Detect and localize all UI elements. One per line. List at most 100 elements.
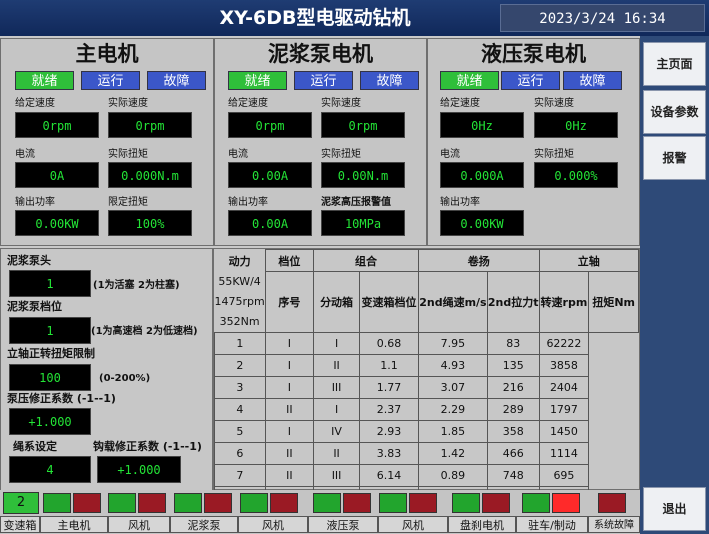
- main-power-value: 0.00KW: [15, 210, 99, 236]
- table-cell: 216: [486, 375, 540, 399]
- table-row: 4 II I 2.37 2.29 289 1797: [214, 397, 639, 421]
- table-cell: 358: [486, 419, 540, 443]
- table-cell: 2.93: [359, 419, 419, 443]
- col-torque-header: 扭矩Nm: [588, 271, 639, 333]
- table-cell: 5: [214, 419, 266, 443]
- col-rope-speed-header: 2nd绳速m/s: [417, 271, 488, 333]
- table-cell: 4.93: [417, 353, 488, 377]
- mud-fan-run-lamp: [240, 493, 268, 513]
- alarm-button[interactable]: 报警: [643, 136, 706, 180]
- main-current-value: 0A: [15, 162, 99, 188]
- power-spec-line3: 352Nm: [219, 314, 260, 328]
- exit-button[interactable]: 退出: [643, 487, 706, 531]
- table-row: 3 I III 1.77 3.07 216 2404: [214, 375, 639, 399]
- table-cell: 1.85: [417, 419, 488, 443]
- hyd-fan-run-lamp: [379, 493, 407, 513]
- table-cell: 0.89: [417, 463, 488, 487]
- main-power-label: 输出功率: [15, 197, 55, 208]
- table-cell: 7: [214, 463, 266, 487]
- mud-set-speed-label: 给定速度: [228, 98, 268, 109]
- mud-act-speed-label: 实际速度: [321, 98, 361, 109]
- header-spindle: 立轴: [538, 249, 640, 272]
- rope-input[interactable]: 4: [9, 456, 91, 483]
- table-cell: 466: [486, 441, 540, 465]
- gear-table: 动力 档位 组合 卷扬 立轴 55KW/4 1475rpm 352Nm 序号 分…: [214, 249, 640, 531]
- device-params-button[interactable]: 设备参数: [643, 90, 706, 134]
- table-cell: I: [264, 419, 314, 443]
- table-cell: 1450: [538, 419, 590, 443]
- table-cell: II: [264, 441, 314, 465]
- home-page-button[interactable]: 主页面: [643, 42, 706, 86]
- pump-corr-input[interactable]: +1.000: [9, 408, 91, 435]
- table-cell: II: [264, 463, 314, 487]
- power-spec-line2: 1475rpm: [214, 294, 265, 308]
- table-cell: 62222: [538, 331, 590, 355]
- mud-out-value: 0.00A: [228, 210, 312, 236]
- header-combo: 组合: [312, 249, 419, 272]
- rope-label: 绳系设定: [13, 440, 57, 453]
- title-bar: XY-6DB型电驱动钻机 2023/3/24 16:34: [0, 0, 709, 36]
- disc-brake-run-lamp: [452, 493, 480, 513]
- parking-lamp: [522, 493, 550, 513]
- torque-limit-input[interactable]: 100: [9, 364, 91, 391]
- mud-pressure-alarm-label: 泥浆高压报警值: [321, 197, 391, 208]
- main-motor-run-lamp: [43, 493, 71, 513]
- main-fan-fault-lamp: [138, 493, 166, 513]
- hyd-pump-run-indicator: 运行: [501, 71, 560, 90]
- hyd-pump-title: 液压泵电机: [481, 42, 586, 66]
- table-cell: I: [264, 375, 314, 399]
- system-fault-lamp: [598, 493, 626, 513]
- app-title: XY-6DB型电驱动钻机: [219, 7, 411, 29]
- table-cell: 2.29: [417, 397, 488, 421]
- hyd-current-value: 0.000A: [440, 162, 524, 188]
- table-row: 7 II III 6.14 0.89 748 695: [214, 463, 639, 487]
- table-cell: 1: [214, 331, 266, 355]
- mud-pump-run-lamp: [174, 493, 202, 513]
- main-limit-torque-input[interactable]: 100%: [108, 210, 192, 236]
- pump-gear-hint: (1为高速档 2为低速档): [91, 326, 198, 337]
- table-cell: 4: [214, 397, 266, 421]
- hyd-act-speed-label: 实际速度: [534, 98, 574, 109]
- table-cell: 289: [486, 397, 540, 421]
- table-cell: II: [264, 397, 314, 421]
- pump-head-label: 泥浆泵头: [7, 254, 51, 267]
- mud-pump-fault-lamp: [204, 493, 232, 513]
- hyd-act-speed-value: 0Hz: [534, 112, 618, 138]
- settings-panel: 泥浆泵头 1 (1为活塞 2为柱塞) 泥浆泵档位 1 (1为高速档 2为低速档)…: [0, 248, 213, 514]
- pump-head-hint: (1为活塞 2为柱塞): [93, 280, 180, 291]
- mud-pump-fault-indicator: 故障: [360, 71, 419, 90]
- table-row: 6 II II 3.83 1.42 466 1114: [214, 441, 639, 465]
- table-cell: I: [312, 397, 361, 421]
- mud-current-value: 0.00A: [228, 162, 312, 188]
- table-cell: 0.68: [359, 331, 419, 355]
- hyd-power-value: 0.00KW: [440, 210, 524, 236]
- status-label-mud-fan: 风机: [238, 516, 308, 533]
- col-pull-header: 2nd拉力t: [486, 271, 540, 333]
- col-transfer-header: 分动箱: [312, 271, 361, 333]
- mud-act-torque-label: 实际扭矩: [321, 149, 361, 160]
- main-motor-run-indicator: 运行: [81, 71, 140, 90]
- main-act-torque-value: 0.000N.m: [108, 162, 192, 188]
- status-label-hyd-fan: 风机: [378, 516, 448, 533]
- main-act-speed-value: 0rpm: [108, 112, 192, 138]
- pump-gear-input[interactable]: 1: [9, 317, 91, 344]
- main-set-speed-label: 给定速度: [15, 98, 55, 109]
- table-cell: 3858: [538, 353, 590, 377]
- mud-pump-ready-indicator: 就绪: [228, 71, 287, 90]
- status-label-hyd-pump: 液压泵: [308, 516, 378, 533]
- main-motor-fault-lamp: [73, 493, 101, 513]
- table-cell: 748: [486, 463, 540, 487]
- mud-pressure-alarm-input[interactable]: 10MPa: [321, 210, 405, 236]
- mud-current-label: 电流: [228, 149, 248, 160]
- torque-limit-label: 立轴正转扭矩限制: [7, 347, 95, 360]
- table-cell: 1.77: [359, 375, 419, 399]
- status-label-mud-pump: 泥浆泵: [170, 516, 238, 533]
- table-cell: 3.07: [417, 375, 488, 399]
- mud-fan-fault-lamp: [270, 493, 298, 513]
- pump-head-input[interactable]: 1: [9, 270, 91, 297]
- table-cell: 83: [486, 331, 540, 355]
- hook-corr-input[interactable]: +1.000: [97, 456, 181, 483]
- main-current-label: 电流: [15, 149, 35, 160]
- hyd-power-label: 输出功率: [440, 197, 480, 208]
- power-spec-line1: 55KW/4: [218, 274, 261, 288]
